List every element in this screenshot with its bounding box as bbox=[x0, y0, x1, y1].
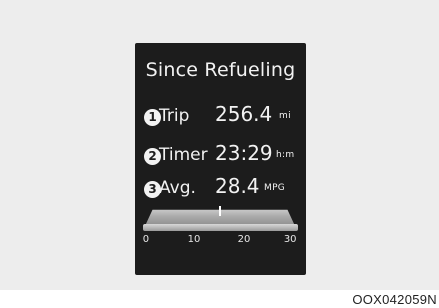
figure-code: OOX042059N bbox=[352, 292, 437, 307]
timer-row: 2 Timer 23:29 h:m bbox=[135, 141, 306, 172]
timer-label: Timer bbox=[159, 145, 208, 165]
gauge-base bbox=[143, 224, 298, 231]
average-row: 3 Avg. 28.4 MPG bbox=[135, 174, 306, 205]
display-title: Since Refueling bbox=[145, 59, 296, 81]
gauge-tick-label: 20 bbox=[237, 234, 251, 245]
fuel-economy-gauge: 0 10 20 30 bbox=[141, 206, 301, 246]
average-label: Avg. bbox=[159, 178, 196, 198]
trip-label: Trip bbox=[159, 106, 190, 126]
timer-unit: h:m bbox=[276, 150, 295, 160]
trip-unit: mi bbox=[279, 111, 291, 121]
gauge-ticks: 0 10 20 30 bbox=[141, 234, 301, 246]
average-value: 28.4 bbox=[215, 174, 260, 198]
average-unit: MPG bbox=[264, 183, 286, 193]
gauge-needle bbox=[219, 206, 221, 216]
cluster-display: Since Refueling 1 Trip 256.4 mi 2 Timer … bbox=[135, 43, 306, 275]
gauge-tick-label: 10 bbox=[187, 234, 201, 245]
gauge-tick-label: 30 bbox=[283, 234, 297, 245]
trip-row: 1 Trip 256.4 mi bbox=[135, 102, 306, 133]
gauge-tick-label: 0 bbox=[142, 234, 150, 245]
timer-value: 23:29 bbox=[215, 141, 273, 165]
trip-value: 256.4 bbox=[215, 102, 273, 126]
